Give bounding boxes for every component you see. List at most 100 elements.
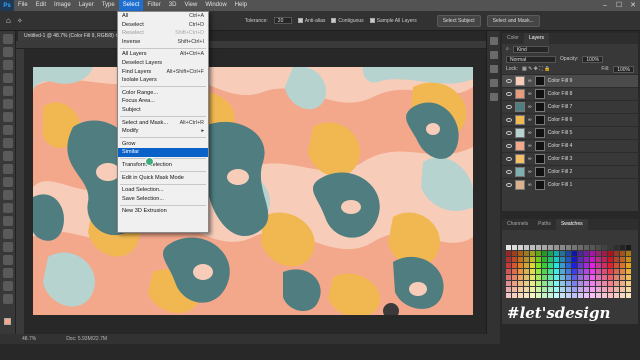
tab-channels[interactable]: Channels: [502, 219, 533, 230]
color-swatch[interactable]: [554, 293, 559, 298]
color-swatch[interactable]: [506, 281, 511, 286]
menu-item-grow[interactable]: Grow: [118, 140, 208, 149]
color-swatch[interactable]: [566, 245, 571, 250]
color-swatch[interactable]: [584, 245, 589, 250]
menu-item-subject[interactable]: Subject: [118, 106, 208, 115]
color-swatch[interactable]: [596, 245, 601, 250]
color-swatch[interactable]: [590, 269, 595, 274]
canvas[interactable]: [33, 67, 473, 315]
opacity-input[interactable]: 100%: [582, 55, 604, 63]
color-swatch[interactable]: [524, 293, 529, 298]
color-swatch[interactable]: [584, 281, 589, 286]
color-swatch[interactable]: [626, 293, 631, 298]
color-swatch[interactable]: [578, 293, 583, 298]
tolerance-input[interactable]: 20: [273, 17, 292, 24]
color-swatch[interactable]: [560, 257, 565, 262]
color-swatch[interactable]: [566, 263, 571, 268]
color-swatch[interactable]: [584, 275, 589, 280]
color-swatch[interactable]: [506, 257, 511, 262]
color-swatch[interactable]: [602, 245, 607, 250]
blend-mode-select[interactable]: Normal: [506, 55, 556, 63]
color-swatch[interactable]: [578, 281, 583, 286]
crop-tool-icon[interactable]: [2, 86, 13, 96]
tab-color[interactable]: Color: [502, 33, 524, 44]
color-swatch[interactable]: [620, 293, 625, 298]
visibility-eye-icon[interactable]: [506, 92, 512, 96]
color-swatch[interactable]: [608, 287, 613, 292]
fill-input[interactable]: 100%: [613, 65, 634, 73]
menu-3d[interactable]: 3D: [165, 0, 181, 11]
layer-mask-thumbnail[interactable]: [534, 141, 545, 151]
tab-swatches[interactable]: Swatches: [555, 219, 588, 230]
color-swatch[interactable]: [578, 251, 583, 256]
history-brush-tool-icon[interactable]: [2, 151, 13, 161]
eyedropper-tool-icon[interactable]: [2, 99, 13, 109]
color-swatch[interactable]: [566, 251, 571, 256]
menu-item-all-layers[interactable]: All Layers Alt+Ctrl+A: [118, 50, 208, 59]
color-swatch[interactable]: [548, 269, 553, 274]
color-swatch[interactable]: [542, 287, 547, 292]
menu-item-focus-area[interactable]: Focus Area...: [118, 97, 208, 106]
lasso-tool-icon[interactable]: [2, 60, 13, 70]
menu-type[interactable]: Type: [98, 0, 119, 11]
color-swatch[interactable]: [560, 269, 565, 274]
menu-help[interactable]: Help: [231, 0, 251, 11]
color-swatch[interactable]: [578, 257, 583, 262]
color-swatch[interactable]: [608, 251, 613, 256]
color-swatch[interactable]: [530, 269, 535, 274]
menu-item-similar[interactable]: Similar: [118, 148, 208, 157]
color-swatch[interactable]: [614, 251, 619, 256]
color-swatch[interactable]: [620, 263, 625, 268]
color-swatch[interactable]: [542, 251, 547, 256]
layer-mask-thumbnail[interactable]: [534, 128, 545, 138]
lock-icon[interactable]: ▦ ✎ ✥ ⛶ 🔒: [522, 66, 550, 72]
color-swatch[interactable]: [512, 281, 517, 286]
zoom-level[interactable]: 48.7%: [22, 336, 36, 342]
color-swatch[interactable]: [626, 287, 631, 292]
color-swatch[interactable]: [620, 275, 625, 280]
color-swatch[interactable]: [548, 257, 553, 262]
color-swatch[interactable]: [512, 269, 517, 274]
menu-item-deselect[interactable]: Deselect Ctrl+D: [118, 21, 208, 30]
color-swatch[interactable]: [620, 287, 625, 292]
color-swatch[interactable]: [548, 281, 553, 286]
color-swatch[interactable]: [608, 293, 613, 298]
color-swatch[interactable]: [620, 257, 625, 262]
color-swatch[interactable]: [548, 251, 553, 256]
color-swatch[interactable]: [554, 269, 559, 274]
layer-mask-thumbnail[interactable]: [534, 76, 545, 86]
color-swatch[interactable]: [590, 281, 595, 286]
color-swatch[interactable]: [542, 269, 547, 274]
minimize-button[interactable]: –: [598, 0, 612, 11]
color-swatch[interactable]: [584, 293, 589, 298]
color-swatch[interactable]: [506, 251, 511, 256]
color-swatch[interactable]: [518, 251, 523, 256]
color-swatch[interactable]: [626, 275, 631, 280]
layer-row[interactable]: ∞ Color Fill 8: [502, 87, 638, 100]
color-swatch[interactable]: [614, 281, 619, 286]
color-swatch[interactable]: [626, 263, 631, 268]
tab-paths[interactable]: Paths: [533, 219, 556, 230]
layer-mask-thumbnail[interactable]: [534, 89, 545, 99]
color-swatch[interactable]: [602, 269, 607, 274]
color-swatch[interactable]: [536, 275, 541, 280]
magic-wand-tool-icon[interactable]: ✧: [17, 17, 23, 25]
color-swatch[interactable]: [512, 245, 517, 250]
close-button[interactable]: ✕: [626, 0, 640, 11]
color-swatch[interactable]: [524, 257, 529, 262]
color-swatch[interactable]: [572, 275, 577, 280]
color-swatch[interactable]: [596, 293, 601, 298]
contiguous-checkbox[interactable]: Contiguous: [331, 18, 364, 24]
color-swatch[interactable]: [578, 287, 583, 292]
color-swatch[interactable]: [512, 275, 517, 280]
color-swatch[interactable]: [572, 287, 577, 292]
menu-item-reselect[interactable]: Reselect Shift+Ctrl+D: [118, 29, 208, 38]
color-swatch[interactable]: [548, 293, 553, 298]
marquee-tool-icon[interactable]: [2, 47, 13, 57]
visibility-eye-icon[interactable]: [506, 183, 512, 187]
color-swatch[interactable]: [506, 245, 511, 250]
color-swatch[interactable]: [566, 293, 571, 298]
color-swatch[interactable]: [530, 293, 535, 298]
visibility-eye-icon[interactable]: [506, 170, 512, 174]
menu-layer[interactable]: Layer: [75, 0, 98, 11]
